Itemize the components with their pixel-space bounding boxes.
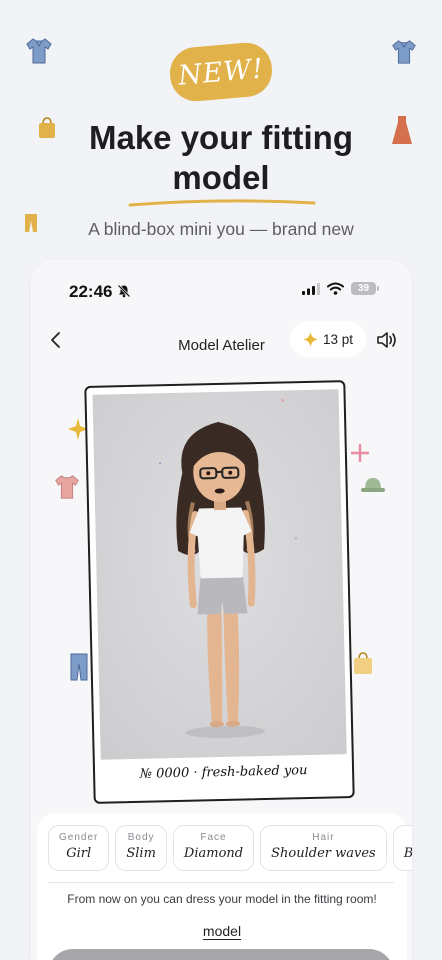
attribute-value: Girl (66, 846, 92, 861)
attribute-chip-hair[interactable]: Hair Shoulder waves (260, 825, 387, 871)
attribute-chip-partial[interactable]: B (392, 825, 412, 871)
wifi-icon (327, 282, 344, 295)
attribute-label (404, 832, 412, 843)
model-figure-image (92, 389, 347, 760)
sparkle-icon (302, 331, 318, 347)
shirt-icon (392, 40, 416, 64)
model-link[interactable]: model (37, 923, 407, 939)
status-time: 22:46 (69, 282, 113, 301)
shirt-icon (55, 475, 79, 499)
headline: Make your fitting model (0, 118, 442, 198)
info-note: From now on you can dress your model in … (67, 892, 377, 906)
attribute-list: Gender Girl Body Slim Face Diamond Hair … (48, 825, 412, 871)
points-value: 13 pt (322, 331, 354, 347)
battery-level: 39 (357, 283, 370, 294)
new-badge-label: NEW! (176, 52, 266, 92)
attribute-value: Slim (126, 846, 156, 861)
subhead: A blind-box mini you — brand new (88, 219, 354, 239)
status-icons: 39 (302, 282, 379, 295)
speaker-icon[interactable] (376, 330, 398, 350)
attribute-label: Hair (312, 832, 335, 843)
attribute-value: B (404, 846, 412, 861)
headline-line-1: Make your fitting (88, 119, 354, 156)
attribute-label: Face (200, 832, 227, 843)
attribute-chip-gender[interactable]: Gender Girl (48, 825, 110, 871)
battery-indicator: 39 (351, 282, 379, 295)
phone-mockup: 22:46 39 Model Atelier 13 pt № 0000 · fr… (31, 260, 412, 960)
shirt-icon (26, 38, 52, 64)
attribute-label: Body (127, 832, 155, 843)
bag-icon (354, 652, 372, 674)
hat-icon (361, 478, 385, 492)
sparkle-icon (351, 444, 369, 462)
primary-action-button[interactable] (48, 949, 394, 960)
attribute-value: Shoulder waves (271, 846, 376, 861)
signal-icon (302, 282, 320, 295)
points-button[interactable]: 13 pt (290, 321, 366, 357)
mute-bell-icon (117, 284, 131, 298)
model-attributes-sheet: Gender Girl Body Slim Face Diamond Hair … (37, 813, 412, 960)
headline-line-2: model (172, 159, 270, 196)
model-card[interactable]: № 0000 · fresh-baked you (84, 380, 355, 804)
attribute-value: Diamond (183, 846, 244, 861)
divider (48, 882, 394, 883)
attribute-chip-face[interactable]: Face Diamond (172, 825, 255, 871)
headline-underline (128, 199, 316, 207)
model-photo (92, 389, 347, 760)
attribute-label: Gender (59, 832, 99, 843)
promo-page: NEW! Make your fitting model A blind-box… (0, 0, 442, 960)
attribute-chip-body[interactable]: Body Slim (115, 825, 167, 871)
new-badge: NEW! (167, 40, 275, 104)
pants-icon (70, 653, 88, 681)
model-card-caption: № 0000 · fresh-baked you (139, 763, 308, 782)
